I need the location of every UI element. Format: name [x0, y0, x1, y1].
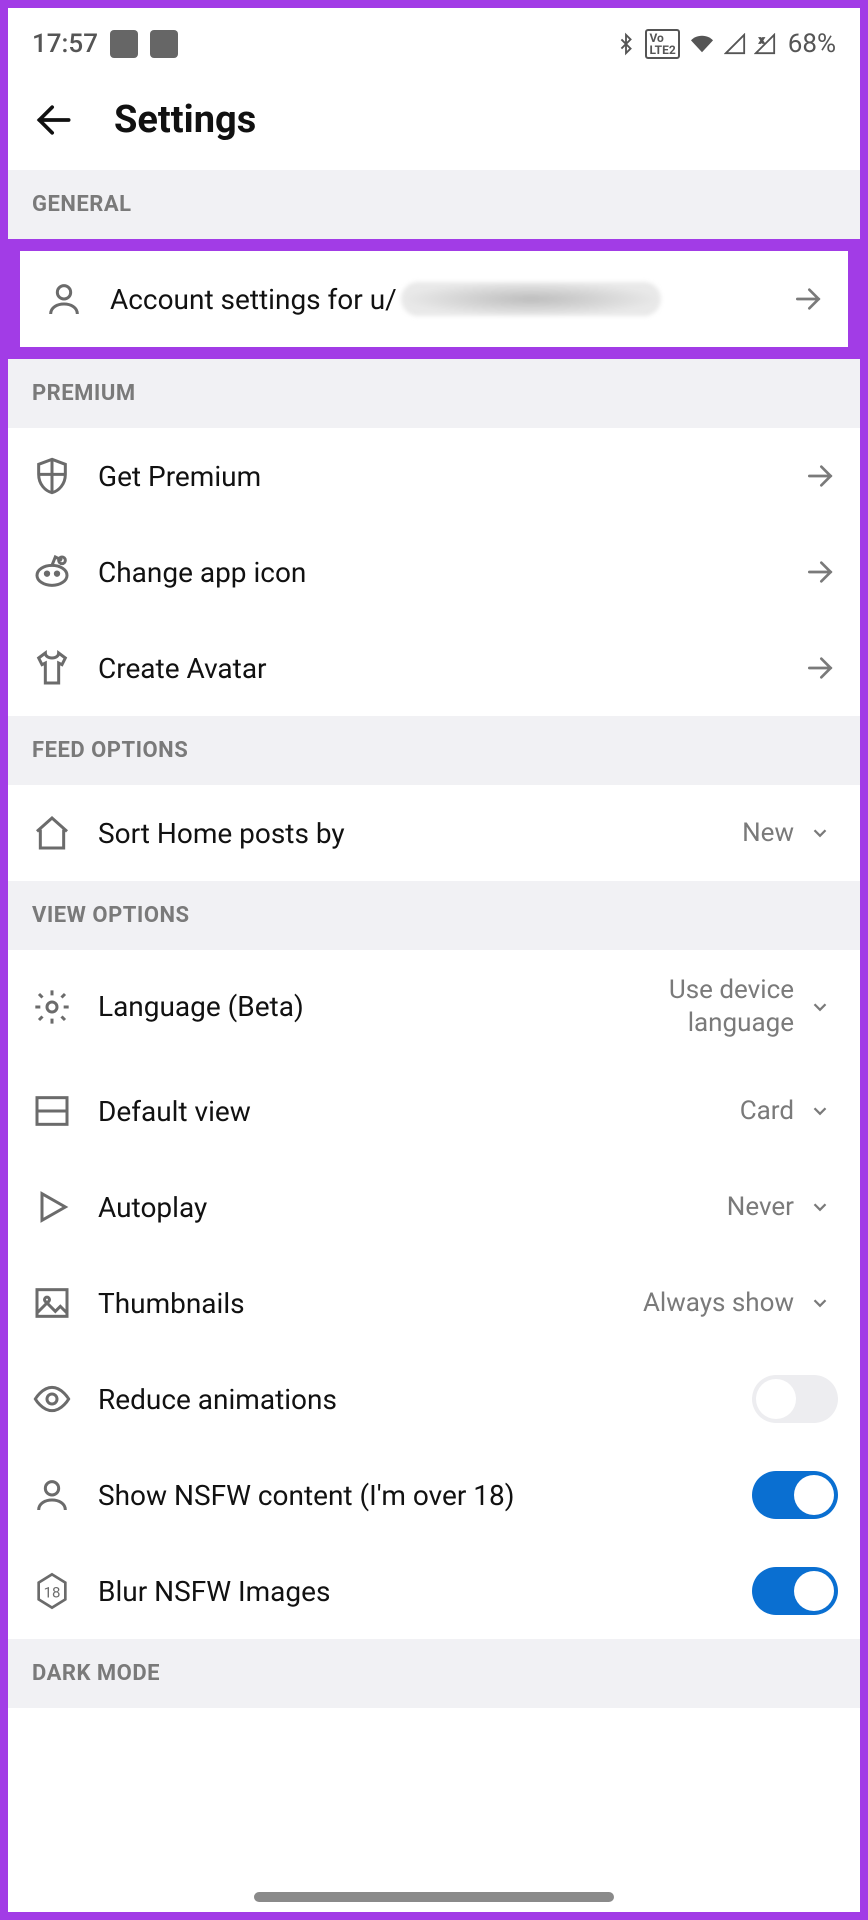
row-label: Account settings for u/	[110, 282, 790, 316]
app-header: Settings	[8, 76, 860, 170]
chevron-down-icon	[802, 989, 838, 1025]
svg-text:18: 18	[44, 1584, 61, 1602]
section-dark-mode: DARK MODE	[8, 1639, 860, 1708]
row-label: Change app icon	[98, 556, 802, 589]
shield-icon	[30, 454, 74, 498]
row-label: Thumbnails	[98, 1287, 643, 1320]
highlight-account-row: Account settings for u/	[8, 239, 860, 359]
row-autoplay[interactable]: Autoplay Never	[8, 1159, 860, 1255]
row-value: Card	[740, 1095, 794, 1128]
section-feed: FEED OPTIONS	[8, 716, 860, 785]
row-label: Show NSFW content (I'm over 18)	[98, 1479, 752, 1512]
row-get-premium[interactable]: Get Premium	[8, 428, 860, 524]
row-value: Always show	[643, 1287, 794, 1320]
bluetooth-icon	[615, 31, 637, 57]
row-value: New	[742, 817, 794, 850]
row-thumbnails[interactable]: Thumbnails Always show	[8, 1255, 860, 1351]
row-label: Default view	[98, 1095, 740, 1128]
row-label: Language (Beta)	[98, 990, 574, 1023]
signal-icon-2: x	[754, 33, 776, 55]
row-value: Never	[727, 1191, 794, 1224]
row-label: Sort Home posts by	[98, 817, 742, 850]
arrow-right-icon	[802, 554, 838, 590]
row-label: Autoplay	[98, 1191, 727, 1224]
row-label: Blur NSFW Images	[98, 1575, 752, 1608]
status-time: 17:57	[32, 29, 98, 59]
toggle-blur-nsfw[interactable]	[752, 1567, 838, 1615]
row-blur-nsfw[interactable]: 18 Blur NSFW Images	[8, 1543, 860, 1639]
tshirt-icon	[30, 646, 74, 690]
person-icon	[42, 277, 86, 321]
toggle-show-nsfw[interactable]	[752, 1471, 838, 1519]
row-create-avatar[interactable]: Create Avatar	[8, 620, 860, 716]
section-premium: PREMIUM	[8, 359, 860, 428]
page-title: Settings	[114, 98, 256, 142]
section-view: VIEW OPTIONS	[8, 881, 860, 950]
arrow-right-icon	[802, 458, 838, 494]
eye-icon	[30, 1377, 74, 1421]
play-icon	[30, 1185, 74, 1229]
row-language[interactable]: Language (Beta) Use device language	[8, 950, 860, 1063]
arrow-right-icon	[790, 281, 826, 317]
arrow-left-icon	[32, 98, 76, 142]
row-account-settings[interactable]: Account settings for u/	[20, 251, 848, 347]
row-label: Get Premium	[98, 460, 802, 493]
battery-percent: 68%	[788, 29, 836, 59]
wifi-icon	[688, 33, 716, 55]
gear-icon	[30, 985, 74, 1029]
row-default-view[interactable]: Default view Card	[8, 1063, 860, 1159]
row-label: Create Avatar	[98, 652, 802, 685]
person-icon	[30, 1473, 74, 1517]
svg-text:x: x	[759, 36, 764, 46]
chevron-down-icon	[802, 1189, 838, 1225]
status-app-icon-1	[110, 30, 138, 58]
lte-icon: VoLTE2	[645, 29, 679, 59]
row-value: Use device language	[574, 974, 794, 1039]
row-reduce-animations[interactable]: Reduce animations	[8, 1351, 860, 1447]
status-bar: 17:57 VoLTE2 x 68%	[8, 8, 860, 76]
row-show-nsfw[interactable]: Show NSFW content (I'm over 18)	[8, 1447, 860, 1543]
image-icon	[30, 1281, 74, 1325]
home-indicator[interactable]	[254, 1892, 614, 1902]
account-label-text: Account settings for u/	[110, 283, 397, 316]
row-label: Reduce animations	[98, 1383, 752, 1416]
chevron-down-icon	[802, 815, 838, 851]
row-change-app-icon[interactable]: Change app icon	[8, 524, 860, 620]
chevron-down-icon	[802, 1093, 838, 1129]
age-18-icon: 18	[30, 1569, 74, 1613]
signal-icon-1	[724, 33, 746, 55]
reddit-alien-icon	[30, 550, 74, 594]
back-button[interactable]	[32, 98, 76, 142]
arrow-right-icon	[802, 650, 838, 686]
home-icon	[30, 811, 74, 855]
section-general: GENERAL	[8, 170, 860, 239]
card-view-icon	[30, 1089, 74, 1133]
toggle-reduce-animations[interactable]	[752, 1375, 838, 1423]
row-sort-home[interactable]: Sort Home posts by New	[8, 785, 860, 881]
chevron-down-icon	[802, 1285, 838, 1321]
username-redacted	[401, 282, 661, 316]
status-app-icon-2	[150, 30, 178, 58]
